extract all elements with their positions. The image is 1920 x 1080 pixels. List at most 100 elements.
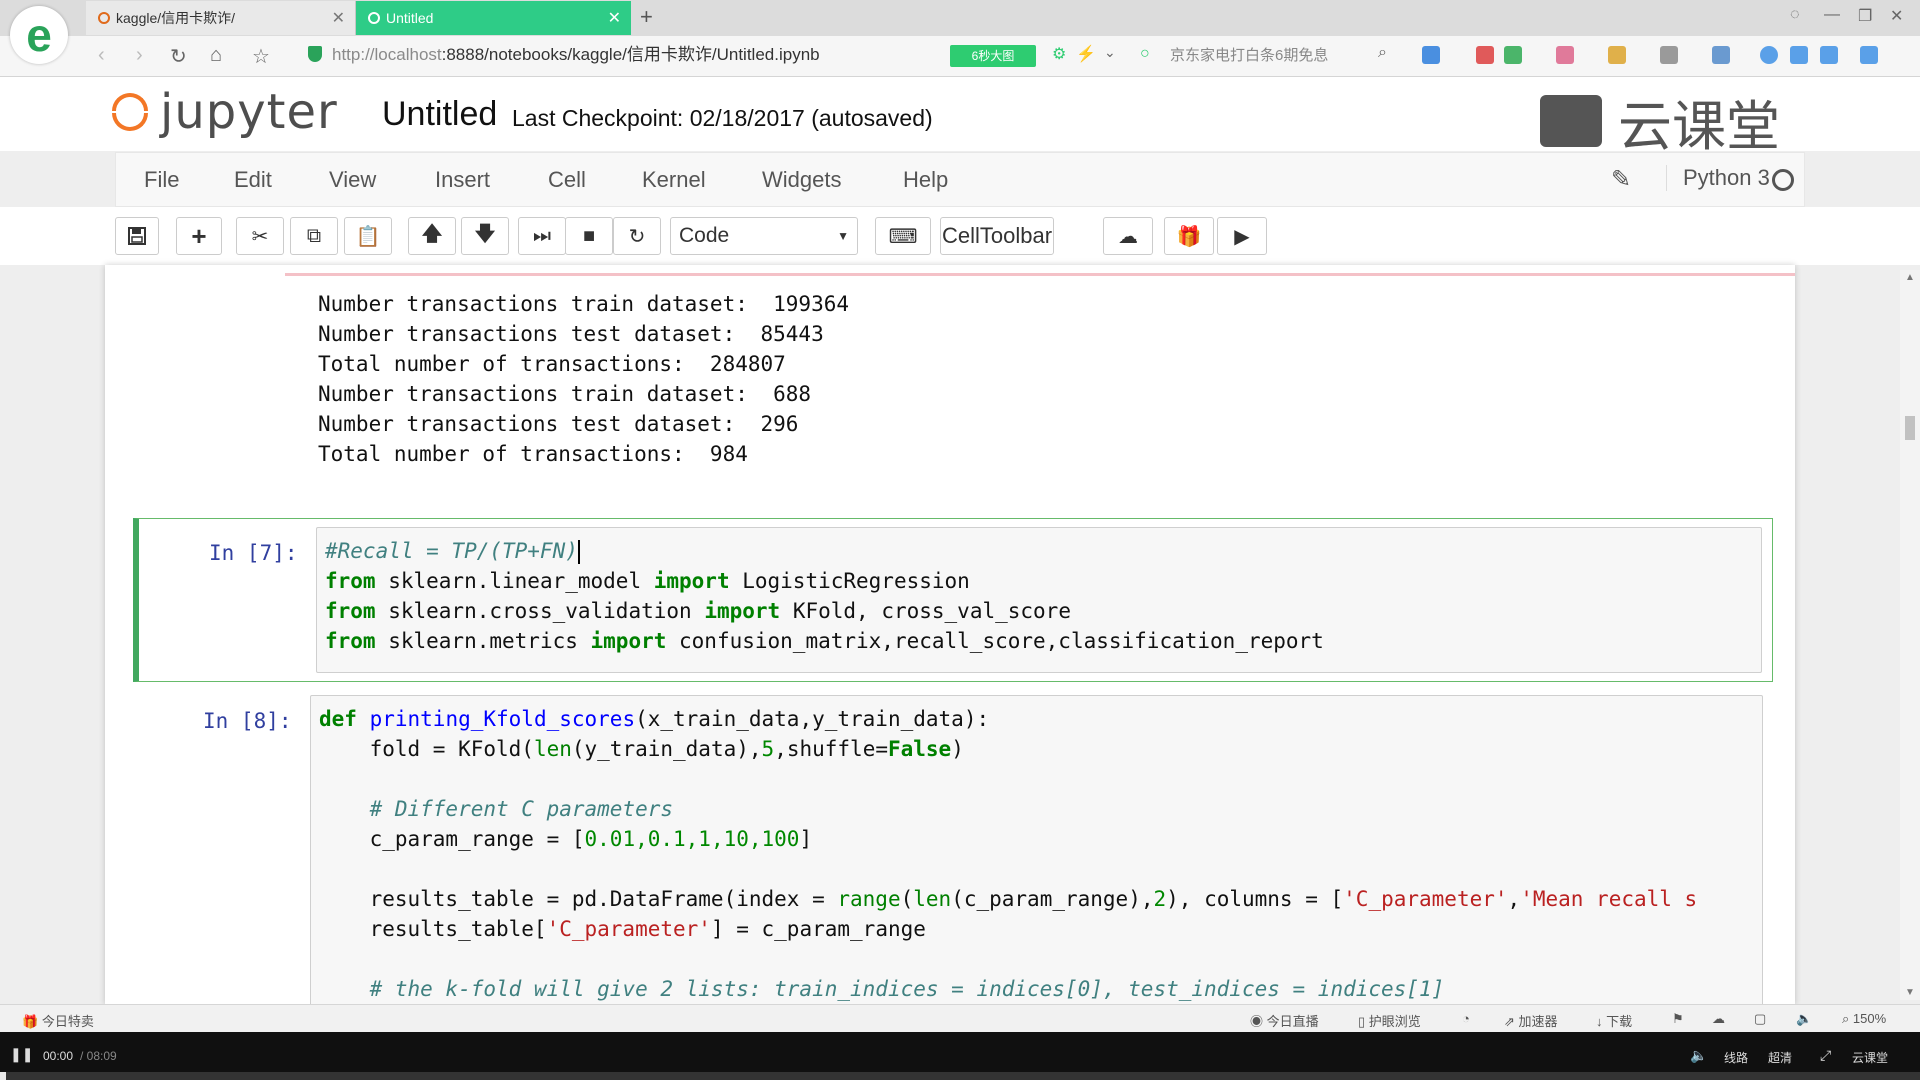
jupyter-logo[interactable]: jupyter	[112, 84, 338, 140]
menubar: File Edit View Insert Cell Kernel Widget…	[115, 152, 1805, 207]
magnifier-icon: ⌕	[1842, 1011, 1850, 1026]
screenshot-icon[interactable]	[1660, 46, 1678, 64]
move-up-button[interactable]: 🡅	[408, 217, 456, 255]
menu-cell[interactable]: Cell	[548, 167, 586, 193]
url-field[interactable]: http://localhost:8888/notebooks/kaggle/信…	[332, 41, 962, 69]
move-down-button[interactable]: 🡇	[461, 217, 509, 255]
menu-widgets[interactable]: Widgets	[762, 167, 841, 193]
video-progress-fill	[0, 1072, 6, 1080]
zoom-level[interactable]: ⌕ 150%	[1842, 1011, 1886, 1027]
video-progress-bar[interactable]	[0, 1072, 1920, 1080]
lightning-icon[interactable]: ⚡	[1076, 44, 1096, 64]
tab-kaggle[interactable]: kaggle/信用卡欺诈/ ✕	[86, 1, 356, 35]
skin-icon[interactable]: ◌	[1790, 6, 1800, 24]
menu-view[interactable]: View	[329, 167, 376, 193]
fullscreen-icon[interactable]: ⤢	[1820, 1047, 1831, 1064]
code-cell-selected[interactable]: In [7]: #Recall = TP/(TP+FN) from sklearn…	[133, 518, 1773, 682]
code-editor[interactable]: #Recall = TP/(TP+FN) from sklearn.linear_…	[316, 527, 1762, 673]
paste-button[interactable]: 📋	[344, 217, 392, 255]
apps-icon[interactable]	[1422, 46, 1440, 64]
code-span: (	[900, 887, 914, 911]
accelerator-link[interactable]: ⇗ 加速器	[1504, 1011, 1558, 1030]
tab-untitled[interactable]: Untitled ✕	[356, 1, 631, 35]
restore-icon[interactable]: ❐	[1858, 6, 1872, 26]
new-tab-button[interactable]: +	[640, 4, 653, 30]
notebook-name[interactable]: Untitled	[382, 95, 497, 134]
pause-icon[interactable]: ❚❚	[10, 1046, 33, 1063]
page-scrollbar[interactable]: ▲ ▼	[1900, 270, 1920, 1000]
chevron-down-icon[interactable]: ⌄	[1104, 44, 1116, 61]
history-icon[interactable]: ◔	[1462, 1011, 1470, 1026]
daily-sale-link[interactable]: 🎁 今日特卖	[22, 1011, 94, 1030]
menu-icon[interactable]	[1860, 46, 1878, 64]
gift-button[interactable]: 🎁	[1164, 217, 1214, 255]
run-button[interactable]: ⏭	[518, 217, 566, 255]
restart-button[interactable]: ↻	[613, 217, 661, 255]
url-path: :8888/notebooks/kaggle/信用卡欺诈/Untitled.ip…	[441, 45, 820, 64]
close-window-icon[interactable]: ✕	[1890, 6, 1903, 26]
cloud-icon[interactable]: ☁	[1712, 1011, 1725, 1027]
translate-icon[interactable]	[1608, 46, 1626, 64]
output-line: Number transactions test dataset: 85443	[318, 322, 824, 346]
code-span: (y_train_data),	[571, 737, 762, 761]
interrupt-button[interactable]: ■	[565, 217, 613, 255]
flag-icon[interactable]: ⚑	[1672, 1011, 1684, 1027]
command-palette-button[interactable]: ⌨	[875, 217, 931, 255]
gift-icon: 🎁	[1176, 225, 1202, 248]
minimize-icon[interactable]: —	[1824, 6, 1840, 24]
back-icon[interactable]: ‹	[98, 44, 105, 67]
live-link[interactable]: ◉ 今日直播	[1250, 1011, 1319, 1030]
search-icon[interactable]: ⌕	[1378, 44, 1387, 62]
scroll-up-icon[interactable]: ▲	[1905, 272, 1915, 283]
code-editor[interactable]: def printing_Kfold_scores(x_train_data,y…	[310, 695, 1763, 1005]
download-label: 下载	[1606, 1014, 1633, 1029]
pdf-icon[interactable]	[1556, 46, 1574, 64]
save-button[interactable]	[115, 217, 159, 255]
home-icon[interactable]: ⌂	[210, 44, 222, 67]
copy-button[interactable]: ⧉	[290, 217, 338, 255]
upload-button[interactable]: ☁	[1103, 217, 1153, 255]
settings-icon[interactable]	[1820, 46, 1838, 64]
volume-icon[interactable]: 🔈	[1690, 1047, 1707, 1064]
download-link[interactable]: ↓ 下载	[1596, 1011, 1632, 1030]
video-enlarge-chip[interactable]: 6秒大图	[950, 45, 1036, 67]
forward-icon[interactable]: ›	[136, 44, 143, 67]
string: 'Mean recall s	[1520, 887, 1698, 911]
menu-insert[interactable]: Insert	[435, 167, 490, 193]
code-span: (c_param_range),	[951, 887, 1154, 911]
kernel-name: Python 3	[1666, 165, 1770, 191]
window-icon[interactable]: ▢	[1754, 1011, 1766, 1027]
eye-protect-link[interactable]: ▯ 护眼浏览	[1358, 1011, 1421, 1030]
cell-type-select[interactable]: Code ▼	[670, 217, 858, 255]
menu-kernel[interactable]: Kernel	[642, 167, 706, 193]
menu-edit[interactable]: Edit	[234, 167, 272, 193]
extension-icon[interactable]	[1476, 46, 1494, 64]
gear-icon[interactable]: ⚙	[1052, 44, 1066, 64]
reload-icon[interactable]: ↻	[170, 44, 187, 69]
scroll-down-icon[interactable]: ▼	[1905, 987, 1915, 998]
input-method-icon[interactable]	[1790, 46, 1808, 64]
menu-help[interactable]: Help	[903, 167, 948, 193]
code-span: )	[951, 737, 964, 761]
quality-button[interactable]: 超清	[1768, 1049, 1792, 1066]
video-button[interactable]: ▶	[1217, 217, 1267, 255]
address-bar: ‹ › ↻ ⌂ ☆ http://localhost:8888/notebook…	[0, 36, 1920, 77]
close-tab-icon[interactable]: ✕	[332, 8, 345, 28]
code-span: ,shuffle=	[774, 737, 888, 761]
cut-button[interactable]: ✂	[236, 217, 284, 255]
pencil-icon[interactable]: ✎	[1611, 165, 1631, 194]
celltoolbar-button[interactable]: CellToolbar	[940, 217, 1054, 255]
code-cell[interactable]: In [8]: def printing_Kfold_scores(x_trai…	[133, 687, 1773, 1005]
sound-icon[interactable]: 🔈	[1796, 1011, 1812, 1027]
zoom-icon[interactable]	[1712, 46, 1730, 64]
assistant-icon[interactable]	[1760, 46, 1778, 64]
scrollbar-thumb[interactable]	[1905, 416, 1915, 440]
menu-file[interactable]: File	[144, 167, 179, 193]
close-tab-icon[interactable]: ✕	[608, 8, 621, 28]
loading-icon	[98, 12, 110, 24]
favorite-star-icon[interactable]: ☆	[252, 44, 270, 69]
search-engine-icon[interactable]: ○	[1140, 45, 1150, 63]
route-button[interactable]: 线路	[1724, 1049, 1748, 1066]
insert-cell-button[interactable]: +	[176, 217, 222, 255]
shield-icon[interactable]	[1504, 46, 1522, 64]
